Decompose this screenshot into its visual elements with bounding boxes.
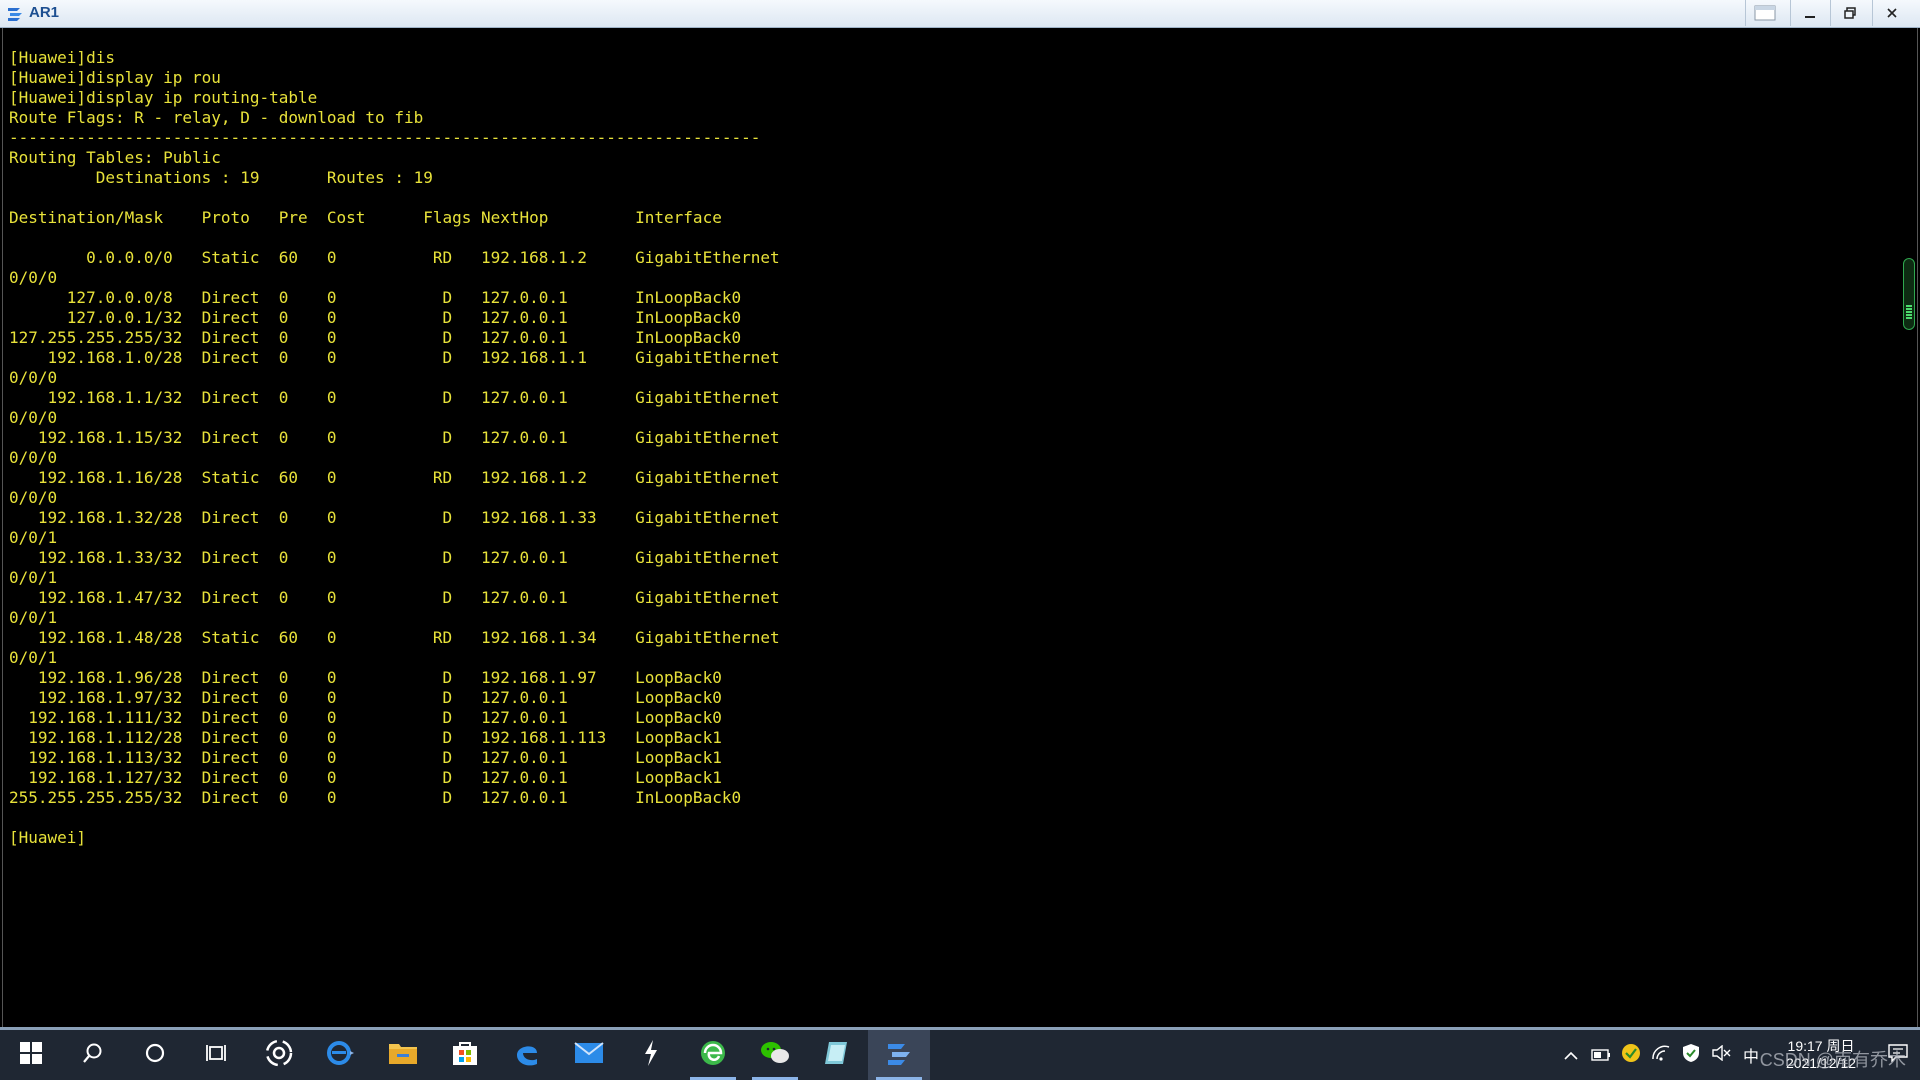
- terminal-line: 127.255.255.255/32 Direct 0 0 D 127.0.0.…: [9, 328, 742, 347]
- taskbar-app-ensp[interactable]: [868, 1030, 930, 1080]
- terminal-line: 192.168.1.33/32 Direct 0 0 D 127.0.0.1 G…: [9, 548, 780, 567]
- terminal-line: 0/0/1: [9, 648, 58, 667]
- taskbar-app-file-explorer[interactable]: [372, 1030, 434, 1080]
- volume-muted-icon: [1711, 1044, 1731, 1065]
- terminal-console[interactable]: [Huawei]dis [Huawei]display ip rou [Huawei…: [2, 28, 1918, 1028]
- wechat-icon: [759, 1039, 791, 1071]
- taskbar-app-mail[interactable]: [558, 1030, 620, 1080]
- folder-icon: [388, 1040, 418, 1070]
- taskbar-app-ie[interactable]: [310, 1030, 372, 1080]
- tray-defender-button[interactable]: [1676, 1030, 1706, 1080]
- terminal-scrollbar-thumb[interactable]: [1903, 258, 1915, 330]
- chevron-up-icon: [1563, 1046, 1579, 1065]
- book-app-icon: [823, 1039, 851, 1071]
- terminal-line: 192.168.1.97/32 Direct 0 0 D 127.0.0.1 L…: [9, 688, 722, 707]
- terminal-line: 0/0/0: [9, 268, 58, 287]
- minimize-icon: [1804, 7, 1816, 19]
- csdn-watermark: CSDN @南有乔木: [1759, 1050, 1906, 1070]
- terminal-line: [Huawei]display ip routing-table: [9, 88, 318, 107]
- taskbar-app-lightning[interactable]: [620, 1030, 682, 1080]
- terminal-line: 192.168.1.1/32 Direct 0 0 D 127.0.0.1 Gi…: [9, 388, 780, 407]
- shield-icon: [1682, 1043, 1700, 1067]
- tray-volume-button[interactable]: [1706, 1030, 1736, 1080]
- internet-explorer-icon: [326, 1039, 356, 1071]
- cortana-circle-icon: [144, 1042, 166, 1068]
- terminal-line: 127.0.0.1/32 Direct 0 0 D 127.0.0.1 InLo…: [9, 308, 742, 327]
- taskbar-app-edge[interactable]: [496, 1030, 558, 1080]
- wifi-icon: [1651, 1045, 1671, 1065]
- terminal-line: 192.168.1.48/28 Static 60 0 RD 192.168.1…: [9, 628, 780, 647]
- close-icon: [1886, 7, 1898, 19]
- windows-logo-icon: [20, 1042, 42, 1068]
- terminal-line: 192.168.1.0/28 Direct 0 0 D 192.168.1.1 …: [9, 348, 780, 367]
- tray-overflow-button[interactable]: [1556, 1030, 1586, 1080]
- taskbar-app-wechat[interactable]: [744, 1030, 806, 1080]
- mail-envelope-icon: [574, 1042, 604, 1068]
- ensp-app-icon: [885, 1039, 913, 1071]
- terminal-line: 192.168.1.96/28 Direct 0 0 D 192.168.1.9…: [9, 668, 722, 687]
- terminal-line: 0/0/0: [9, 368, 58, 387]
- tray-battery-button[interactable]: [1586, 1030, 1616, 1080]
- taskbar-app-store[interactable]: [434, 1030, 496, 1080]
- terminal-line: Route Flags: R - relay, D - download to …: [9, 108, 424, 127]
- terminal-line: 192.168.1.47/32 Direct 0 0 D 127.0.0.1 G…: [9, 588, 780, 607]
- cortana-button[interactable]: [124, 1030, 186, 1080]
- terminal-line: 0/0/0: [9, 448, 58, 467]
- terminal-line: [Huawei]dis: [9, 48, 115, 67]
- task-view-icon: [206, 1042, 228, 1068]
- terminal-line: [Huawei]display ip rou: [9, 68, 221, 87]
- terminal-line: 192.168.1.112/28 Direct 0 0 D 192.168.1.…: [9, 728, 722, 747]
- search-icon: [82, 1042, 104, 1068]
- terminal-line: 192.168.1.113/32 Direct 0 0 D 127.0.0.1 …: [9, 748, 722, 767]
- terminal-line: 192.168.1.127/32 Direct 0 0 D 127.0.0.1 …: [9, 768, 722, 787]
- start-button[interactable]: [0, 1030, 62, 1080]
- security-app-icon: [1621, 1043, 1641, 1067]
- window-title: AR1: [29, 4, 60, 21]
- tray-security-app-button[interactable]: [1616, 1030, 1646, 1080]
- edge-browser-icon: [513, 1039, 541, 1071]
- terminal-line: 192.168.1.16/28 Static 60 0 RD 192.168.1…: [9, 468, 780, 487]
- terminal-line: 0/0/1: [9, 528, 58, 547]
- close-button[interactable]: [1872, 0, 1910, 26]
- swirl-app-icon: [265, 1039, 293, 1071]
- terminal-line: 255.255.255.255/32 Direct 0 0 D 127.0.0.…: [9, 788, 742, 807]
- task-view-button[interactable]: [186, 1030, 248, 1080]
- tray-network-button[interactable]: [1646, 1030, 1676, 1080]
- terminal-line: Routing Tables: Public: [9, 148, 221, 167]
- battery-icon: [1591, 1046, 1611, 1065]
- store-bag-icon: [451, 1039, 479, 1071]
- terminal-line: 192.168.1.32/28 Direct 0 0 D 192.168.1.3…: [9, 508, 780, 527]
- terminal-line: 0/0/1: [9, 568, 58, 587]
- terminal-output: [Huawei]dis [Huawei]display ip rou [Huawei…: [9, 48, 780, 848]
- terminal-line: 192.168.1.15/32 Direct 0 0 D 127.0.0.1 G…: [9, 428, 780, 447]
- scrollbar-grip-icon: [1906, 305, 1912, 319]
- terminal-line: 0/0/1: [9, 608, 58, 627]
- window-titlebar[interactable]: AR1: [0, 0, 1920, 28]
- search-button[interactable]: [62, 1030, 124, 1080]
- taskbar-app-green-browser[interactable]: [682, 1030, 744, 1080]
- terminal-line: [Huawei]: [9, 828, 87, 847]
- restore-icon: [1843, 7, 1856, 19]
- terminal-line: ----------------------------------------…: [9, 128, 761, 147]
- window-menu-button[interactable]: [1745, 0, 1783, 26]
- lightning-app-icon: [641, 1039, 661, 1071]
- taskbar-app-book[interactable]: [806, 1030, 868, 1080]
- window-menu-icon: [1754, 5, 1776, 21]
- taskbar-app-swirl[interactable]: [248, 1030, 310, 1080]
- terminal-line: 0.0.0.0/0 Static 60 0 RD 192.168.1.2 Gig…: [9, 248, 780, 267]
- minimize-button[interactable]: [1790, 0, 1828, 26]
- terminal-line: Destination/Mask Proto Pre Cost Flags Ne…: [9, 208, 722, 227]
- taskbar: 中 19:17 周日 2021/12/12: [0, 1030, 1920, 1080]
- terminal-line: 0/0/0: [9, 488, 58, 507]
- terminal-line: 127.0.0.0/8 Direct 0 0 D 127.0.0.1 InLoo…: [9, 288, 742, 307]
- terminal-line: 0/0/0: [9, 408, 58, 427]
- green-browser-icon: [699, 1039, 727, 1071]
- restore-button[interactable]: [1830, 0, 1868, 26]
- ensp-router-icon: [6, 5, 24, 23]
- terminal-line: Destinations : 19 Routes : 19: [9, 168, 433, 187]
- terminal-line: 192.168.1.111/32 Direct 0 0 D 127.0.0.1 …: [9, 708, 722, 727]
